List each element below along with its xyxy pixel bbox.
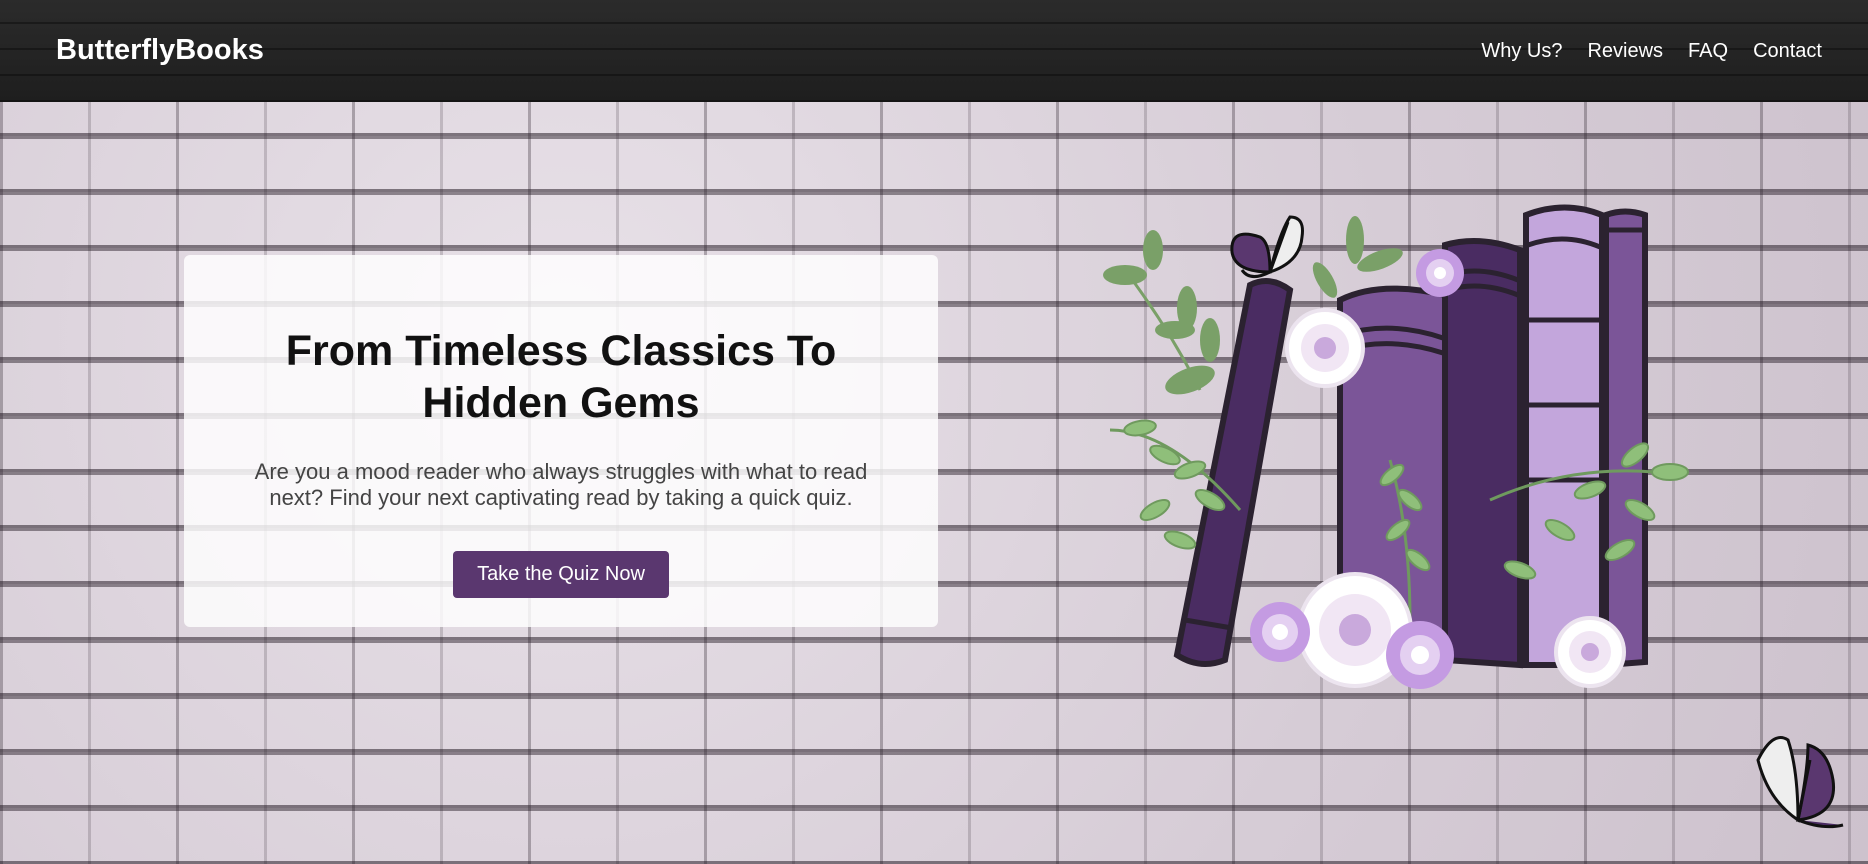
hero-title: From Timeless Classics To Hidden Gems <box>285 327 837 427</box>
site-header: ButterflyBooks Why Us? Reviews FAQ Conta… <box>0 0 1868 102</box>
main-nav: Why Us? Reviews FAQ Contact <box>1456 40 1822 63</box>
flower-white-right <box>1554 616 1626 688</box>
butterfly-icon <box>1756 736 1844 829</box>
book-thin-purple <box>1603 208 1648 669</box>
flower-purple-small <box>1416 249 1464 297</box>
books-flowers-illustration <box>1103 204 1689 689</box>
book-dark-purple <box>1442 238 1523 669</box>
take-quiz-button[interactable]: Take the Quiz Now <box>453 551 669 598</box>
hero-card: From Timeless Classics To Hidden Gems Ar… <box>184 255 938 627</box>
nav-reviews[interactable]: Reviews <box>1587 40 1663 63</box>
nav-faq[interactable]: FAQ <box>1688 40 1728 63</box>
hero-subtitle: Are you a mood reader who always struggl… <box>254 459 868 510</box>
nav-why-us[interactable]: Why Us? <box>1481 40 1562 63</box>
flower-purple-right <box>1386 621 1454 689</box>
brand-logo[interactable]: ButterflyBooks <box>56 34 264 67</box>
flower-purple-left <box>1250 602 1310 662</box>
nav-contact[interactable]: Contact <box>1753 40 1822 63</box>
book-lavender <box>1523 204 1605 668</box>
butterfly-icon <box>1230 215 1304 278</box>
flower-white-top <box>1285 308 1365 388</box>
